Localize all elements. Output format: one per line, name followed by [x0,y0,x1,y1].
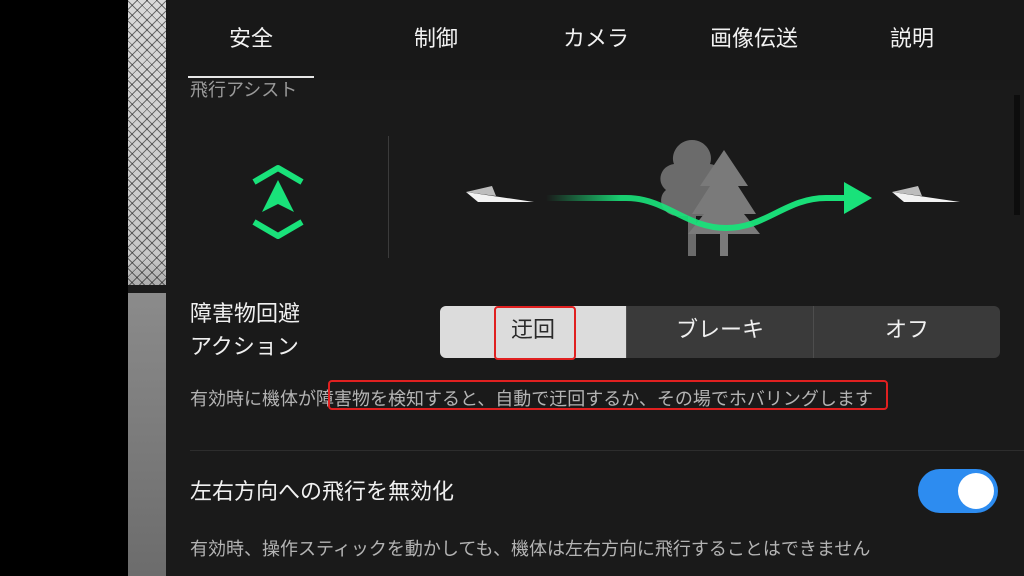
section-title: 飛行アシスト [190,80,298,101]
obstacle-avoidance-label-line1: 障害物回避 [190,302,301,327]
section-divider [190,450,1024,451]
highlight-box-description [328,380,888,410]
toggle-knob [958,473,994,509]
camera-preview-floor [128,293,166,576]
tab-about[interactable]: 説明 [852,24,972,60]
tab-image-transmission[interactable]: 画像伝送 [686,24,822,60]
highlight-box-selected-option [494,306,576,360]
camera-preview [128,0,166,576]
left-letterbox [0,0,128,576]
tab-safety[interactable]: 安全 [188,24,314,60]
camera-preview-rail [128,285,166,293]
tab-camera[interactable]: カメラ [526,24,666,60]
paper-plane-icon [466,186,534,202]
settings-panel: 安全 制御 カメラ 画像伝送 説明 飛行アシスト 障害物回避 アクション 迂回 … [166,0,1024,576]
paper-plane-icon-destination [892,186,960,202]
disable-lateral-flight-label: 左右方向への飛行を無効化 [190,480,455,505]
option-brake[interactable]: ブレーキ [627,306,813,358]
obstacle-avoidance-label: 障害物回避 アクション [190,298,300,364]
option-off[interactable]: オフ [814,306,1000,358]
scrollbar-edge [1014,95,1020,215]
detour-illustration [456,130,966,260]
illustration-divider [388,136,389,258]
disable-lateral-flight-toggle[interactable] [918,469,998,513]
tree-icon [660,140,760,256]
disable-lateral-flight-description: 有効時、操作スティックを動かしても、機体は左右方向に飛行することはできません [190,539,871,560]
obstacle-avoid-mode-icon [236,160,320,244]
tab-control[interactable]: 制御 [366,24,506,60]
tab-bar: 安全 制御 カメラ 画像伝送 説明 [166,0,1024,80]
obstacle-avoidance-label-line2: アクション [190,335,299,360]
